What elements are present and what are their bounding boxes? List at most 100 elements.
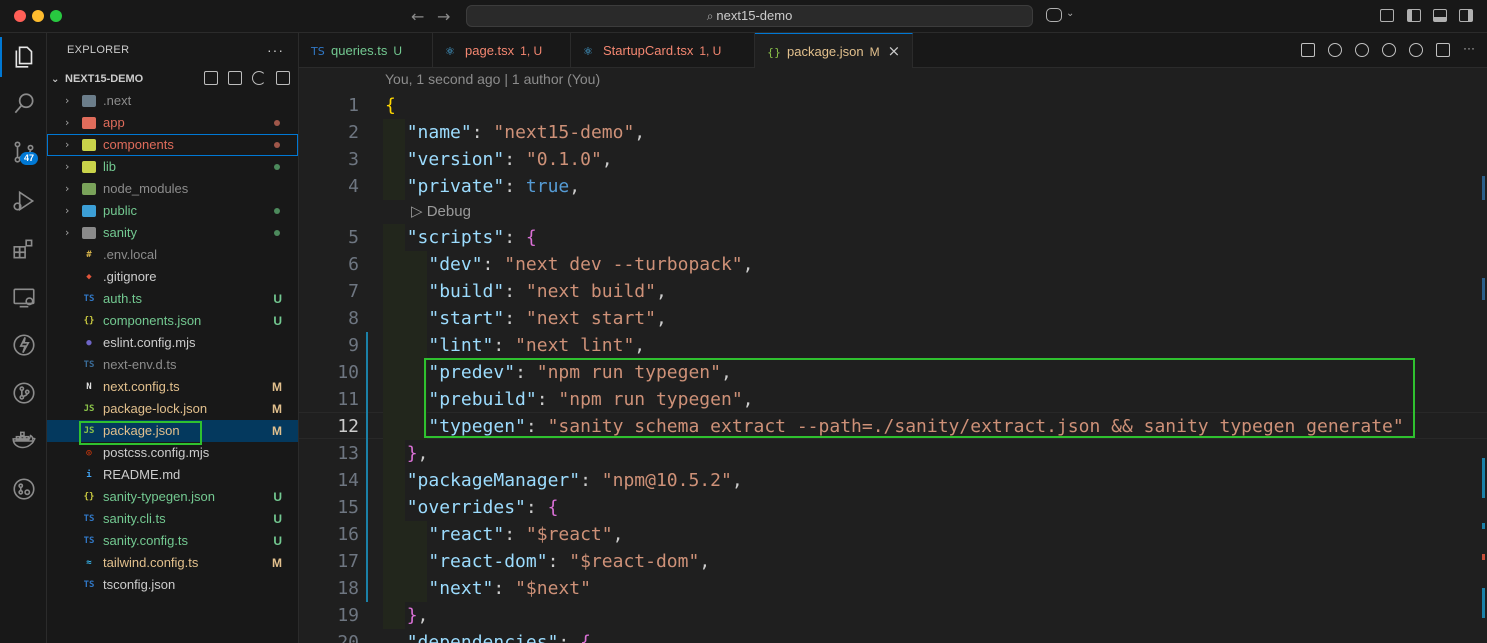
- close-tab-icon[interactable]: ×: [888, 42, 901, 60]
- remote-explorer-icon[interactable]: [0, 278, 47, 318]
- more-editor-actions-icon[interactable]: ···: [1463, 42, 1477, 57]
- code-line[interactable]: 1{: [299, 92, 1487, 119]
- tree-item-auth-ts[interactable]: TS auth.ts U: [47, 288, 298, 310]
- tree-item-app[interactable]: › app: [47, 112, 298, 134]
- code-line[interactable]: 2 "name": "next15-demo",: [299, 119, 1487, 146]
- tree-item-gitignore[interactable]: ◆ .gitignore: [47, 266, 298, 288]
- forward-arrow-icon[interactable]: →: [437, 7, 450, 26]
- line-number: 14: [337, 470, 359, 491]
- file-icon: {}: [83, 316, 95, 326]
- gitlens-icon[interactable]: [0, 469, 47, 509]
- tree-item-node-modules[interactable]: › node_modules: [47, 178, 298, 200]
- code-text: "version": "0.1.0",: [406, 149, 613, 170]
- toggle-panel-icon[interactable]: [1433, 9, 1447, 22]
- customize-layout-icon[interactable]: [1380, 9, 1394, 22]
- tree-item-components-json[interactable]: {} components.json U: [47, 310, 298, 332]
- tab-package-json[interactable]: {} package.json M ×: [755, 33, 913, 68]
- tree-item-package-json[interactable]: JS package.json M: [47, 420, 298, 445]
- git-graph-icon[interactable]: [0, 373, 47, 413]
- maximize-window-button[interactable]: [50, 10, 62, 22]
- tree-item-sanity[interactable]: › sanity: [47, 222, 298, 244]
- tree-item-lib[interactable]: › lib: [47, 156, 298, 178]
- folder-icon: [82, 227, 96, 239]
- code-editor[interactable]: You, 1 second ago | 1 author (You) 1{2 "…: [299, 68, 1487, 643]
- minimize-window-button[interactable]: [32, 10, 44, 22]
- ruler-mark: [1482, 588, 1485, 618]
- line-number: 11: [337, 389, 359, 410]
- run-debug-icon[interactable]: [0, 181, 47, 221]
- refresh-icon[interactable]: [252, 71, 266, 85]
- git-commit-icon[interactable]: [1355, 43, 1369, 57]
- explorer-icon[interactable]: [0, 37, 47, 77]
- code-line[interactable]: 14 "packageManager": "npm@10.5.2",: [299, 467, 1487, 494]
- tab-status: M: [869, 45, 880, 59]
- back-arrow-icon[interactable]: ←: [411, 7, 424, 26]
- project-folder-header[interactable]: ⌄ NEXT15-DEMO: [47, 68, 298, 90]
- split-editor-icon[interactable]: [1436, 43, 1450, 57]
- code-line[interactable]: 16 "react": "$react",: [299, 521, 1487, 548]
- search-icon[interactable]: [0, 84, 47, 124]
- line-number: 10: [337, 362, 359, 383]
- source-control-diff-icon[interactable]: [1301, 43, 1315, 57]
- ruler-mark: [1482, 554, 1485, 560]
- tree-item-package-lock-json[interactable]: JS package-lock.json M: [47, 398, 298, 420]
- tree-item-label: sanity-typegen.json: [103, 489, 216, 504]
- tree-item-sanity-typegen-json[interactable]: {} sanity-typegen.json U: [47, 486, 298, 508]
- tree-item-tsconfig-json[interactable]: TS tsconfig.json: [47, 574, 298, 596]
- tree-item-env-local[interactable]: # .env.local: [47, 244, 298, 266]
- tree-item-eslint-config-mjs[interactable]: ● eslint.config.mjs: [47, 332, 298, 354]
- tree-item-sanity-config-ts[interactable]: TS sanity.config.ts U: [47, 530, 298, 552]
- tree-item-postcss-config-mjs[interactable]: ◎ postcss.config.mjs: [47, 442, 298, 464]
- code-line[interactable]: 4 "private": true,: [299, 173, 1487, 200]
- code-line[interactable]: 15 "overrides": {: [299, 494, 1487, 521]
- code-line[interactable]: 13 },: [299, 440, 1487, 467]
- code-line[interactable]: 20 "dependencies": {: [299, 629, 1487, 643]
- tree-item-tailwind-config-ts[interactable]: ≈ tailwind.config.ts M: [47, 552, 298, 574]
- overview-ruler[interactable]: [1475, 68, 1487, 643]
- more-actions-icon[interactable]: ···: [267, 33, 284, 68]
- git-next-icon[interactable]: [1382, 43, 1396, 57]
- code-line[interactable]: 7 "build": "next build",: [299, 278, 1487, 305]
- tree-item-sanity-cli-ts[interactable]: TS sanity.cli.ts U: [47, 508, 298, 530]
- lightning-icon[interactable]: [0, 325, 47, 365]
- new-folder-icon[interactable]: [228, 71, 242, 85]
- close-window-button[interactable]: [14, 10, 26, 22]
- copilot-chevron-icon[interactable]: ⌄: [1066, 8, 1074, 19]
- file-icon: {}: [83, 492, 95, 502]
- tree-item-next[interactable]: › .next: [47, 90, 298, 112]
- code-line[interactable]: 9 "lint": "next lint",: [299, 332, 1487, 359]
- code-line[interactable]: 3 "version": "0.1.0",: [299, 146, 1487, 173]
- code-line[interactable]: 17 "react-dom": "$react-dom",: [299, 548, 1487, 575]
- toggle-secondary-sidebar-icon[interactable]: [1459, 9, 1473, 22]
- code-line[interactable]: 8 "start": "next start",: [299, 305, 1487, 332]
- source-control-icon[interactable]: 47: [0, 132, 47, 172]
- tab-startupcard-tsx[interactable]: ⚛ StartupCard.tsx 1, U: [571, 33, 755, 68]
- git-previous-icon[interactable]: [1328, 43, 1342, 57]
- tree-item-readme-md[interactable]: i README.md: [47, 464, 298, 486]
- code-line[interactable]: 5 "scripts": {: [299, 224, 1487, 251]
- debug-codelens[interactable]: ▷ Debug: [411, 202, 471, 220]
- new-file-icon[interactable]: [204, 71, 218, 85]
- tree-item-public[interactable]: › public: [47, 200, 298, 222]
- extensions-icon[interactable]: [0, 229, 47, 269]
- code-line[interactable]: 18 "next": "$next": [299, 575, 1487, 602]
- ruler-mark: [1482, 278, 1485, 300]
- tree-item-next-env-d-ts[interactable]: TS next-env.d.ts: [47, 354, 298, 376]
- gitlens-inspect-icon[interactable]: [1409, 43, 1423, 57]
- git-blame-annotation[interactable]: You, 1 second ago | 1 author (You): [385, 71, 600, 87]
- code-line[interactable]: 19 },: [299, 602, 1487, 629]
- tree-item-next-config-ts[interactable]: Nnext.config.ts M: [47, 376, 298, 398]
- code-line[interactable]: 6 "dev": "next dev --turbopack",: [299, 251, 1487, 278]
- copilot-icon[interactable]: [1046, 8, 1062, 22]
- tree-item-components[interactable]: › components: [47, 134, 298, 156]
- file-tree: › .next › app › components › lib › node_modules › p…: [47, 90, 298, 596]
- tree-item-label: .next: [103, 93, 132, 108]
- tab-queries-ts[interactable]: TS queries.ts U: [299, 33, 433, 68]
- tab-page-tsx[interactable]: ⚛ page.tsx 1, U: [433, 33, 571, 68]
- docker-icon[interactable]: [0, 421, 47, 461]
- toggle-primary-sidebar-icon[interactable]: [1407, 9, 1421, 22]
- file-icon: ●: [86, 338, 92, 348]
- collapse-all-icon[interactable]: [276, 71, 290, 85]
- code-text: "private": true,: [406, 176, 581, 197]
- command-center-search[interactable]: ⌕ next15-demo: [466, 5, 1033, 27]
